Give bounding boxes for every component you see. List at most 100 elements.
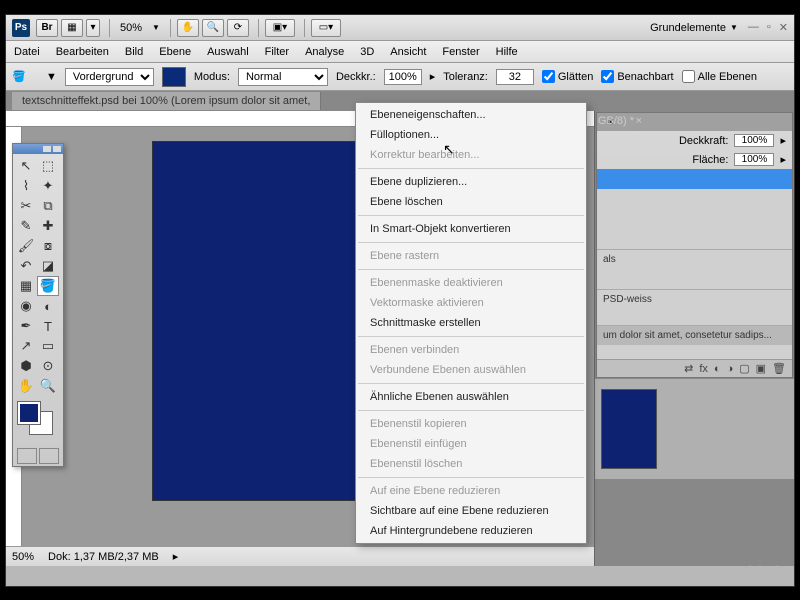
- brush-tool[interactable]: 🖌: [15, 236, 37, 256]
- tolerance-field[interactable]: [496, 69, 534, 85]
- move-tool[interactable]: ↖: [15, 156, 37, 176]
- bucket-tool[interactable]: 🪣: [37, 276, 59, 296]
- ctx-duplicate-layer[interactable]: Ebene duplizieren...: [356, 172, 586, 192]
- ctx-paste-style: Ebenenstil einfügen: [356, 434, 586, 454]
- stamp-tool[interactable]: ⧇: [37, 236, 59, 256]
- ctx-layer-properties[interactable]: Ebeneneigenschaften...: [356, 105, 586, 125]
- ctx-rasterize: Ebene rastern: [356, 246, 586, 266]
- lasso-tool[interactable]: ⌇: [15, 176, 37, 196]
- layer-selected[interactable]: [597, 169, 792, 189]
- blur-tool[interactable]: ◉: [15, 296, 37, 316]
- workspace-switcher[interactable]: Grundelemente▼: [650, 22, 738, 34]
- slice-tool[interactable]: ⧉: [37, 196, 59, 216]
- doc-thumb[interactable]: [601, 389, 657, 469]
- 3d-cam-tool[interactable]: ⊙: [37, 356, 59, 376]
- opacity-field[interactable]: [384, 69, 422, 85]
- menu-datei[interactable]: Datei: [14, 46, 40, 58]
- menu-hilfe[interactable]: Hilfe: [496, 46, 518, 58]
- rotate-icon[interactable]: ⟳: [227, 19, 249, 37]
- mask-icon[interactable]: ◐: [714, 363, 721, 375]
- color-picker[interactable]: [14, 402, 62, 442]
- ctx-merge-visible[interactable]: Sichtbare auf eine Ebene reduzieren: [356, 501, 586, 521]
- history-button[interactable]: ▦: [61, 19, 83, 37]
- trash-icon[interactable]: 🗑: [772, 362, 786, 375]
- zoom-tool[interactable]: 🔍: [37, 376, 59, 396]
- folder-icon[interactable]: ▢: [739, 362, 749, 375]
- quickmask-mask[interactable]: [39, 448, 59, 464]
- dodge-tool[interactable]: ◐: [37, 296, 59, 316]
- menu-ebene[interactable]: Ebene: [159, 46, 191, 58]
- hand-icon[interactable]: ✋: [177, 19, 199, 37]
- tab-close-icon[interactable]: ×: [636, 115, 642, 127]
- 3d-tool[interactable]: ⬢: [15, 356, 37, 376]
- canvas[interactable]: [152, 141, 362, 501]
- layer-fill-field[interactable]: [734, 153, 774, 166]
- layer-item[interactable]: um dolor sit amet, consetetur sadips...: [597, 325, 792, 345]
- new-layer-icon[interactable]: ▣: [756, 362, 766, 375]
- app-logo: Ps: [12, 19, 30, 37]
- tab-doc2[interactable]: GB/8) *: [598, 115, 634, 127]
- ctx-convert-smart[interactable]: In Smart-Objekt konvertieren: [356, 219, 586, 239]
- crop-tool[interactable]: ✂: [15, 196, 37, 216]
- ctx-enable-vectormask: Vektormaske aktivieren: [356, 293, 586, 313]
- fg-color[interactable]: [18, 402, 40, 424]
- all-layers-checkbox[interactable]: Alle Ebenen: [682, 70, 757, 83]
- color-swatch[interactable]: [162, 67, 186, 87]
- history-brush-tool[interactable]: ↶: [15, 256, 37, 276]
- ctx-select-linked: Verbundene Ebenen auswählen: [356, 360, 586, 380]
- contiguous-checkbox[interactable]: Benachbart: [601, 70, 673, 83]
- titlebar: Ps Br ▦ ▾ 50%▼ ✋ 🔍 ⟳ ▣▾ ▭▾ Grundelemente…: [6, 15, 794, 41]
- heal-tool[interactable]: ✚: [37, 216, 59, 236]
- menu-analyse[interactable]: Analyse: [305, 46, 344, 58]
- right-panels: « Deckkraft:▸ Fläche:▸ als PSD-weiss um …: [594, 111, 794, 566]
- eraser-tool[interactable]: ◪: [37, 256, 59, 276]
- fill-source-select[interactable]: Vordergrund: [65, 68, 154, 86]
- menu-bearbeiten[interactable]: Bearbeiten: [56, 46, 109, 58]
- hand-tool[interactable]: ✋: [15, 376, 37, 396]
- menu-ansicht[interactable]: Ansicht: [390, 46, 426, 58]
- tool-preset-icon[interactable]: 🪣: [12, 70, 38, 83]
- ctx-delete-layer[interactable]: Ebene löschen: [356, 192, 586, 212]
- adjustment-icon[interactable]: ◑: [727, 363, 734, 375]
- path-tool[interactable]: ↗: [15, 336, 37, 356]
- maximize-icon[interactable]: ▫: [767, 21, 771, 34]
- zoom-icon[interactable]: 🔍: [202, 19, 224, 37]
- shape-tool[interactable]: ▭: [37, 336, 59, 356]
- ctx-select-similar[interactable]: Ähnliche Ebenen auswählen: [356, 387, 586, 407]
- menu-bild[interactable]: Bild: [125, 46, 143, 58]
- ctx-flatten[interactable]: Auf Hintergrundebene reduzieren: [356, 521, 586, 541]
- menu-auswahl[interactable]: Auswahl: [207, 46, 249, 58]
- ctx-merge-down: Auf eine Ebene reduzieren: [356, 481, 586, 501]
- quickmask-std[interactable]: [17, 448, 37, 464]
- marquee-tool[interactable]: ⬚: [37, 156, 59, 176]
- mode-select[interactable]: Normal: [238, 68, 328, 86]
- layer-opacity-label: Deckkraft:: [679, 135, 729, 147]
- gradient-tool[interactable]: ▦: [15, 276, 37, 296]
- menu-3d[interactable]: 3D: [360, 46, 374, 58]
- fx-icon[interactable]: fx: [699, 363, 708, 375]
- status-zoom[interactable]: 50%: [12, 551, 34, 563]
- toolbox-close-icon[interactable]: [53, 146, 61, 152]
- layer-opacity-field[interactable]: [734, 134, 774, 147]
- ctx-blending-options[interactable]: Fülloptionen...: [356, 125, 586, 145]
- layer-item[interactable]: PSD-weiss: [597, 289, 792, 309]
- pen-tool[interactable]: ✒: [15, 316, 37, 336]
- link-icon[interactable]: ⇄: [684, 362, 693, 375]
- arrange-icon[interactable]: ▣▾: [265, 19, 295, 37]
- menu-filter[interactable]: Filter: [265, 46, 289, 58]
- bridge-button[interactable]: Br: [36, 19, 58, 37]
- menu-fenster[interactable]: Fenster: [442, 46, 479, 58]
- layer-item[interactable]: als: [597, 249, 792, 269]
- screen-mode-icon[interactable]: ▭▾: [311, 19, 341, 37]
- toolbox-min-icon[interactable]: [43, 146, 51, 152]
- eyedropper-tool[interactable]: ✎: [15, 216, 37, 236]
- dropdown-button[interactable]: ▾: [86, 19, 100, 37]
- wand-tool[interactable]: ✦: [37, 176, 59, 196]
- close-icon[interactable]: ✕: [779, 21, 788, 34]
- tab-doc1[interactable]: textschnitteffekt.psd bei 100% (Lorem ip…: [12, 92, 321, 110]
- antialias-checkbox[interactable]: Glätten: [542, 70, 593, 83]
- minimize-icon[interactable]: —: [748, 21, 759, 34]
- ctx-clipping-mask[interactable]: Schnittmaske erstellen: [356, 313, 586, 333]
- type-tool[interactable]: T: [37, 316, 59, 336]
- zoom-control[interactable]: 50%▼: [116, 20, 164, 36]
